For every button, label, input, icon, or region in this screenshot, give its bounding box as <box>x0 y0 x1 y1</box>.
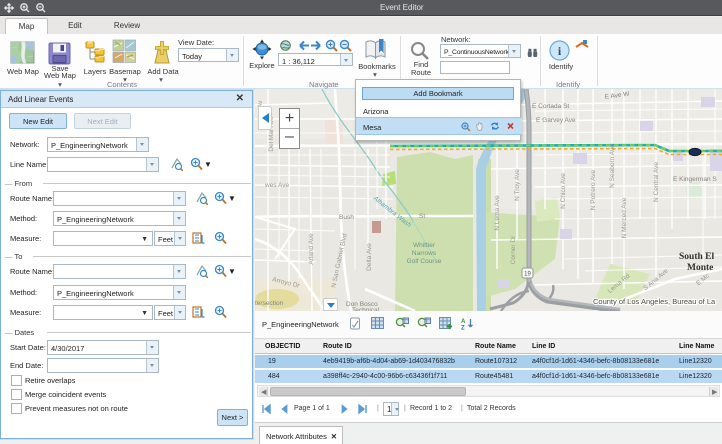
svg-text:Golf Course: Golf Course <box>407 258 442 265</box>
svg-text:E Garvey Ave: E Garvey Ave <box>536 117 576 124</box>
svg-text:St: St <box>419 213 425 220</box>
svg-text:E Kingerman S: E Kingerman S <box>673 176 717 183</box>
svg-text:N Lema Ave: N Lema Ave <box>494 195 501 231</box>
svg-text:Arland Ave: Arland Ave <box>308 233 315 265</box>
svg-text:Whittier: Whittier <box>413 242 436 249</box>
svg-text:Corner Dr: Corner Dr <box>510 235 517 264</box>
svg-text:A: A <box>461 319 466 325</box>
svg-text:N Merced Ave: N Merced Ave <box>621 197 628 238</box>
svg-text:N Chico Ave: N Chico Ave <box>560 173 567 209</box>
svg-text:Narrows: Narrows <box>412 250 437 257</box>
svg-text:N Seaborn Ave: N Seaborn Ave <box>609 144 616 188</box>
svg-text:Delta Ave: Delta Ave <box>366 243 373 271</box>
svg-text:County of Los Angeles, Bureau: County of Los Angeles, Bureau of La <box>593 297 716 306</box>
svg-text:N Central Ave: N Central Ave <box>653 162 660 202</box>
svg-text:Bush: Bush <box>339 214 354 221</box>
svg-text:19: 19 <box>524 272 531 278</box>
svg-text:E Cortada St: E Cortada St <box>532 103 569 110</box>
svg-text:Monte: Monte <box>687 263 713 273</box>
svg-text:South El: South El <box>679 252 714 262</box>
svg-text:Z: Z <box>461 326 465 331</box>
svg-text:tersection: tersection <box>255 300 284 307</box>
svg-text:N Potrero Ave: N Potrero Ave <box>590 169 597 210</box>
svg-text:wes Ave: wes Ave <box>264 182 289 189</box>
svg-text:N Troy Ave: N Troy Ave <box>514 169 521 201</box>
